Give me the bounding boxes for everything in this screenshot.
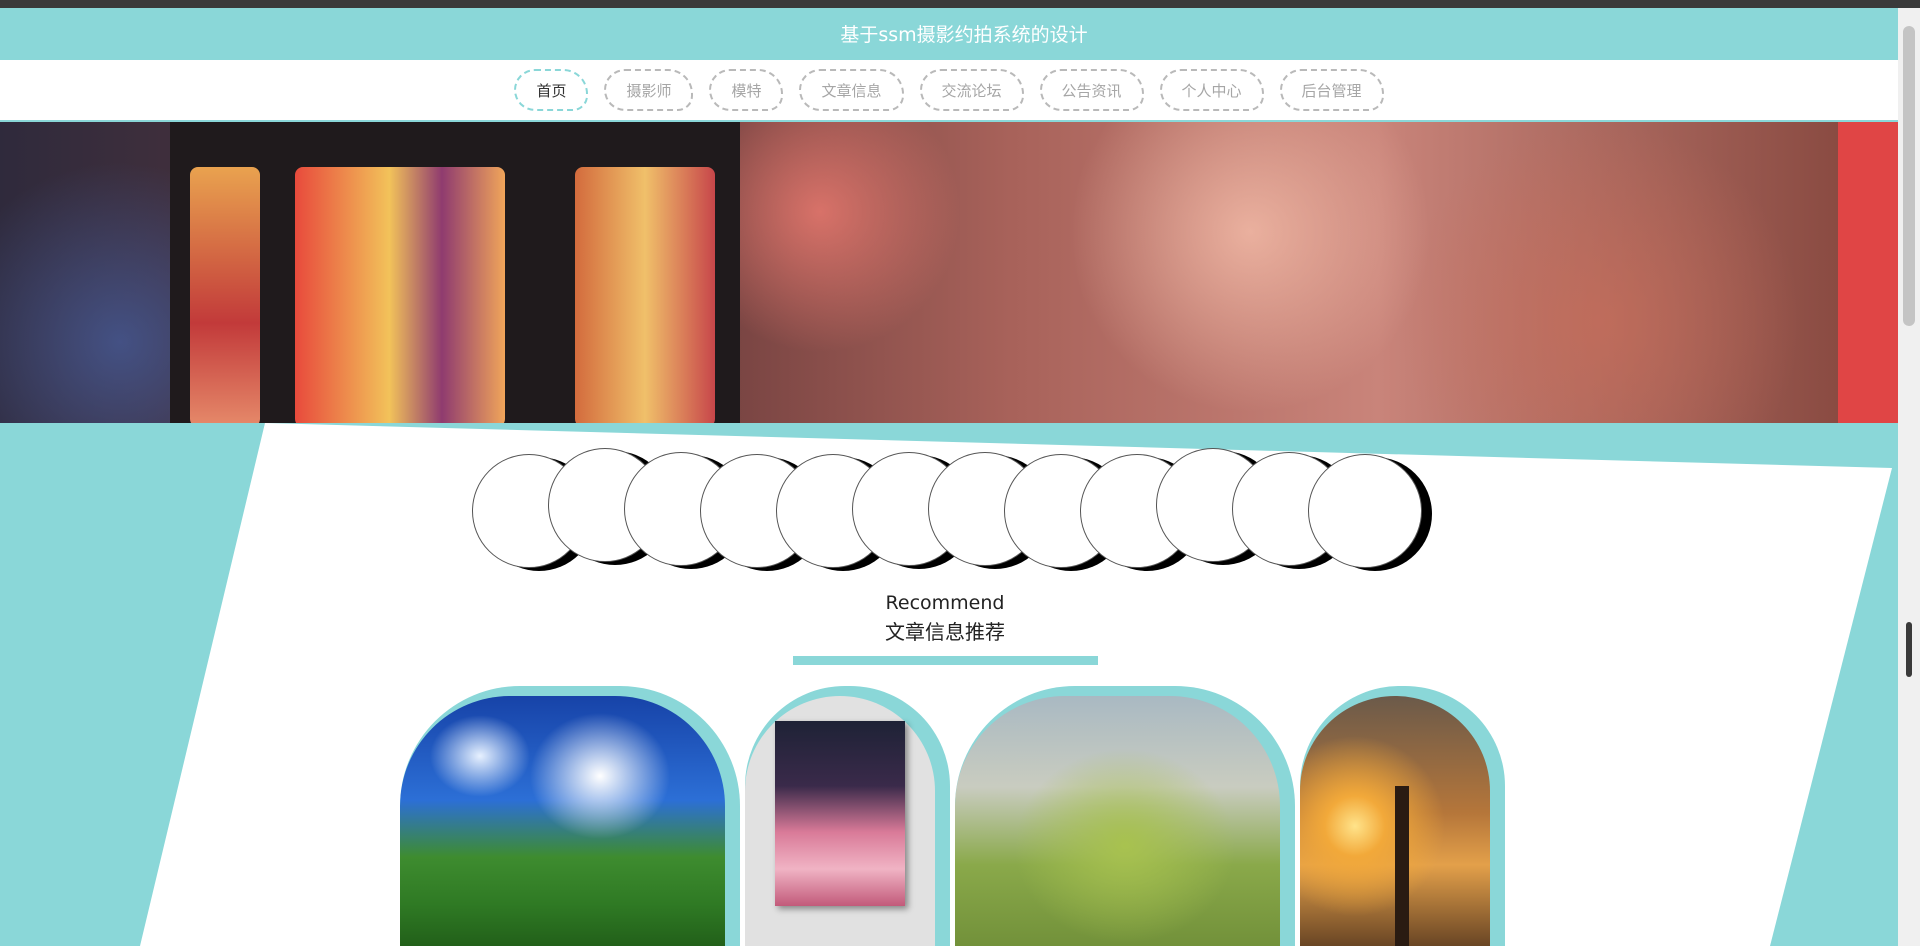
scroll-position-marker: [1906, 622, 1912, 677]
nav-item-admin[interactable]: 后台管理: [1279, 69, 1384, 111]
nav-item-forum[interactable]: 交流论坛: [919, 69, 1024, 111]
nav-item-photographer[interactable]: 摄影师: [604, 69, 694, 111]
poster-artwork: [775, 721, 905, 906]
recommend-title-cn: 文章信息推荐: [885, 620, 1005, 644]
recommend-heading: Recommend 文章信息推荐: [795, 592, 1095, 645]
nav-item-model[interactable]: 模特: [709, 69, 784, 111]
article-image-sunset-tree: [1300, 696, 1490, 946]
carousel-dot[interactable]: [1308, 454, 1422, 568]
recommend-underline: [793, 656, 1098, 665]
article-card[interactable]: [400, 686, 740, 946]
nav-item-articles[interactable]: 文章信息: [799, 69, 904, 111]
article-card[interactable]: [745, 686, 950, 946]
article-card[interactable]: [1300, 686, 1505, 946]
page-scrollbar[interactable]: [1898, 8, 1920, 946]
tree-trunk: [1395, 786, 1409, 946]
lantern-pane: [575, 167, 715, 423]
carousel-indicators: [472, 448, 1432, 568]
article-image-poster: [745, 696, 935, 946]
page: 基于ssm摄影约拍系统的设计 首页 摄影师 模特 文章信息 交流论坛 公告资讯 …: [0, 8, 1898, 946]
title-bar: 基于ssm摄影约拍系统的设计: [0, 8, 1898, 58]
recommend-title-en: Recommend: [885, 592, 1005, 614]
nav-item-home[interactable]: 首页: [514, 69, 589, 111]
article-image-island: [400, 696, 725, 946]
lantern-pane: [190, 167, 260, 423]
lantern-illustration: [170, 122, 740, 423]
article-card[interactable]: [955, 686, 1295, 946]
nav-item-announcements[interactable]: 公告资讯: [1039, 69, 1144, 111]
scrollbar-thumb[interactable]: [1903, 26, 1915, 326]
browser-top-bar: [0, 0, 1920, 8]
main-nav: 首页 摄影师 模特 文章信息 交流论坛 公告资讯 个人中心 后台管理: [0, 60, 1898, 120]
banner-carousel-image[interactable]: [0, 122, 1838, 423]
banner-next-slide-edge[interactable]: [1838, 122, 1898, 423]
nav-item-personal-center[interactable]: 个人中心: [1159, 69, 1264, 111]
lantern-pane: [295, 167, 505, 423]
article-image-trees-painting: [955, 696, 1280, 946]
site-title: 基于ssm摄影约拍系统的设计: [840, 23, 1088, 46]
